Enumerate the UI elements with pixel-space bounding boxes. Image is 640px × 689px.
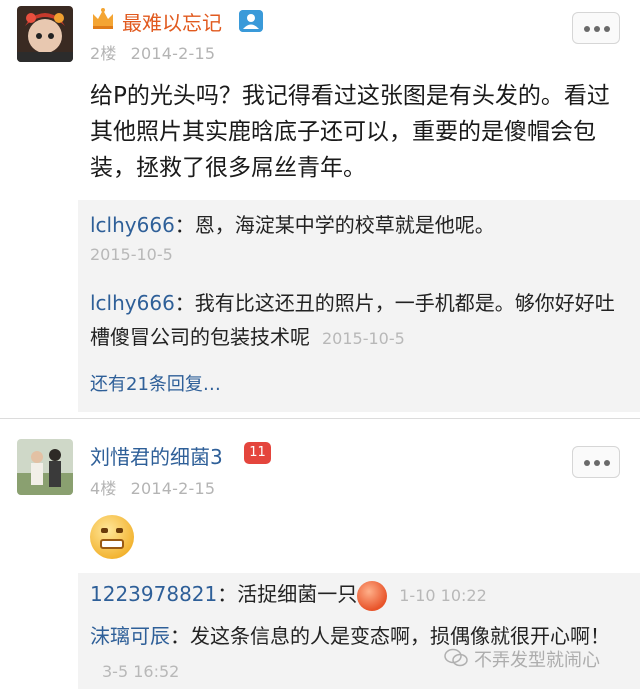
username[interactable]: 刘惜君的细菌3	[90, 441, 223, 470]
more-options-button[interactable]	[572, 12, 620, 44]
reply-time: 2015-10-5	[322, 329, 405, 348]
emoji-mouth	[100, 539, 124, 549]
emoji-eye	[101, 528, 108, 533]
crown-icon	[93, 8, 113, 29]
reply-separator: ：	[174, 213, 195, 237]
reply-username[interactable]: lclhy666	[90, 213, 175, 237]
username[interactable]: 最难以忘记	[122, 7, 222, 36]
reply-text: 恩，海淀某中学的校草就是他呢。	[194, 213, 495, 237]
more-options-dot	[594, 460, 600, 466]
reply-item: lclhy666：恩，海淀某中学的校草就是他呢。 2015-10-5	[90, 208, 630, 268]
comment-meta: 2楼 2014-2-15	[90, 40, 215, 64]
reply-time: 1-10 10:22	[399, 586, 487, 605]
watermark-text: 不弄发型就闹心	[474, 650, 600, 671]
more-options-icon	[584, 460, 590, 466]
id-verified-icon	[239, 10, 263, 32]
more-replies-link[interactable]: 还有21条回复…	[90, 370, 221, 396]
reply-item: lclhy666：我有比这还丑的照片，一手机都是。够你好好吐槽傻冒公司的包装技术…	[90, 286, 630, 356]
emoji-eye	[116, 528, 123, 533]
grimace-emoji-icon	[90, 515, 134, 559]
angry-emoji-icon	[357, 580, 388, 611]
reply-separator: ：	[217, 582, 238, 606]
comment-meta: 4楼 2014-2-15	[90, 475, 215, 499]
floor-number: 2楼	[90, 44, 117, 63]
reply-text: 发这条信息的人是变态啊，损偶像就很开心啊！	[190, 624, 610, 648]
wechat-icon	[444, 648, 468, 667]
avatar[interactable]	[17, 6, 73, 62]
more-options-dot	[604, 26, 610, 32]
reply-separator: ：	[170, 624, 190, 648]
reply-time: 3-5 16:52	[102, 662, 180, 681]
post-date: 2014-2-15	[130, 479, 216, 498]
post-date: 2014-2-15	[130, 44, 216, 63]
reply-item: 1223978821：活捉细菌一只 1-10 10:22	[90, 577, 630, 613]
reply-username[interactable]: 1223978821	[90, 582, 217, 606]
floor-number: 4楼	[90, 479, 117, 498]
reply-username[interactable]: 沫璃可辰	[90, 624, 170, 648]
reply-separator: ：	[174, 291, 195, 315]
more-options-icon	[584, 26, 590, 32]
more-options-dot	[604, 460, 610, 466]
level-badge: 11	[244, 442, 271, 464]
more-options-button[interactable]	[572, 446, 620, 478]
comment-post-floor-2: 最难以忘记 2楼 2014-2-15 给P的光头吗？我记得看过这张图是有头发的。看…	[0, 0, 640, 418]
reply-time: 2015-10-5	[90, 245, 173, 264]
reply-list: lclhy666：恩，海淀某中学的校草就是他呢。 2015-10-5 lclhy…	[78, 200, 640, 412]
avatar[interactable]	[17, 439, 73, 495]
more-options-dot	[594, 26, 600, 32]
reply-username[interactable]: lclhy666	[90, 291, 175, 315]
reply-text: 活捉细菌一只	[237, 582, 358, 606]
comment-text: 给P的光头吗？我记得看过这张图是有头发的。看过其他照片其实鹿晗底子还可以，重要的…	[90, 83, 610, 181]
